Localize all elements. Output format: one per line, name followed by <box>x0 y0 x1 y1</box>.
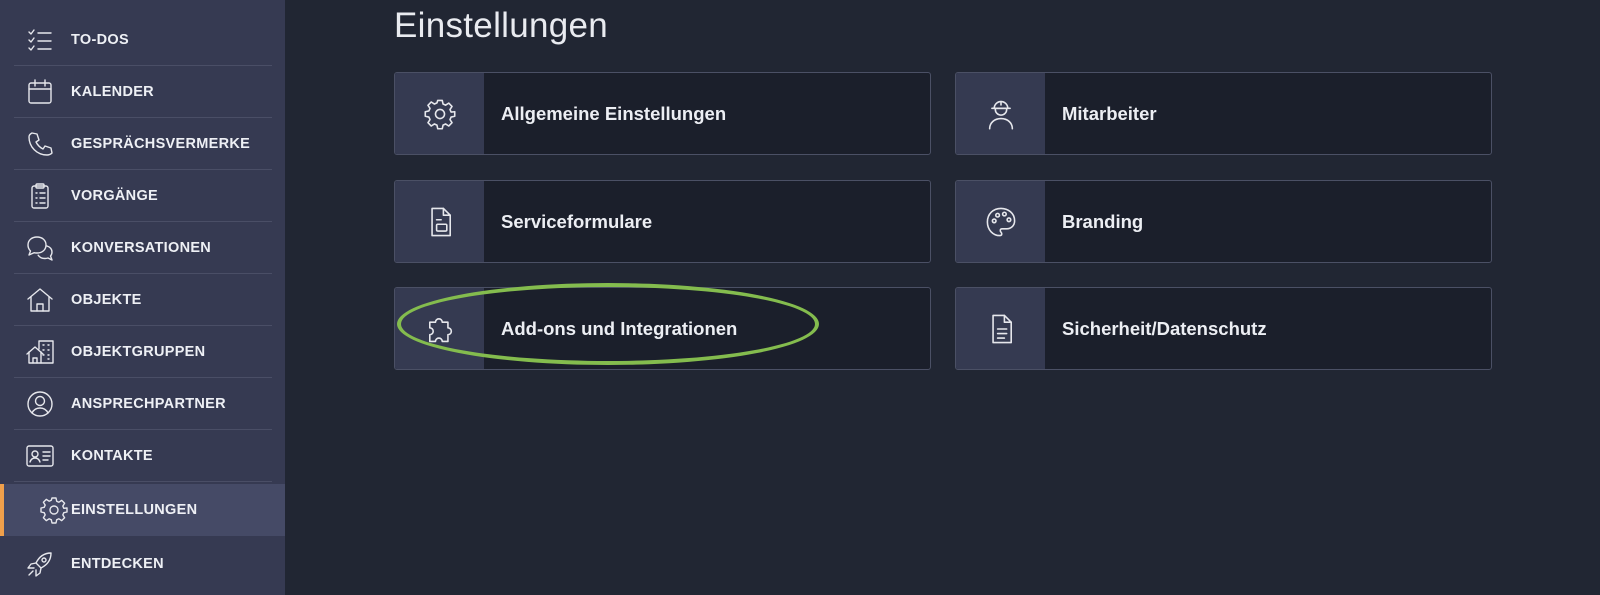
phone-icon <box>24 128 56 160</box>
gear-icon <box>395 73 484 154</box>
card-label: Sicherheit/Datenschutz <box>1062 317 1267 339</box>
card-label: Mitarbeiter <box>1062 102 1157 124</box>
settings-card-allgemeine-einstellungen[interactable]: Allgemeine Einstellungen <box>394 72 931 155</box>
sidebar-item-label: KONVERSATIONEN <box>71 239 212 256</box>
settings-card-sicherheit-datenschutz[interactable]: Sicherheit/Datenschutz <box>955 287 1492 370</box>
card-label: Add-ons und Integrationen <box>501 317 738 339</box>
sidebar-item-entdecken[interactable]: ENTDECKEN <box>14 538 272 590</box>
gear-icon <box>38 494 70 526</box>
document-lines-icon <box>956 288 1045 369</box>
sidebar-item-label: ENTDECKEN <box>71 556 164 572</box>
card-label: Serviceformulare <box>501 210 653 232</box>
chat-bubbles-icon <box>24 232 56 264</box>
card-label: Branding <box>1062 210 1144 232</box>
sidebar-item-label: VORGÄNGE <box>71 187 158 204</box>
clipboard-icon <box>24 180 56 212</box>
worker-icon <box>956 73 1045 154</box>
sidebar-item-label: GESPRÄCHSVERMERKE <box>71 135 251 152</box>
sidebar-item-label: TO-DOS <box>71 31 129 48</box>
settings-card-mitarbeiter[interactable]: Mitarbeiter <box>955 72 1492 155</box>
contact-card-icon <box>24 440 56 472</box>
palette-icon <box>956 181 1045 262</box>
settings-card-add-ons-und-integrationen[interactable]: Add-ons und Integrationen <box>394 287 931 370</box>
user-circle-icon <box>24 388 56 420</box>
sidebar-item-kalender[interactable]: KALENDER <box>14 66 272 118</box>
sidebar-item-einstellungen[interactable]: EINSTELLUNGEN <box>0 484 285 536</box>
page-title: Einstellungen <box>394 6 609 45</box>
sidebar-item-konversationen[interactable]: KONVERSATIONEN <box>14 222 272 274</box>
todo-list-icon <box>24 24 56 56</box>
sidebar-item-vorgaenge[interactable]: VORGÄNGE <box>14 170 272 222</box>
house-icon <box>24 284 56 316</box>
puzzle-icon <box>395 288 484 369</box>
calendar-icon <box>24 76 56 108</box>
sidebar-item-label: KONTAKTE <box>71 447 153 464</box>
sidebar: TO-DOS KALENDER GESPRÄCHSVERMERKE VORGÄN… <box>0 0 285 595</box>
card-label: Allgemeine Einstellungen <box>501 102 727 124</box>
sidebar-item-label: ANSPRECHPARTNER <box>71 395 226 412</box>
sidebar-item-kontakte[interactable]: KONTAKTE <box>14 430 272 482</box>
rocket-icon <box>24 548 56 580</box>
sidebar-item-gespraechsvermerke[interactable]: GESPRÄCHSVERMERKE <box>14 118 272 170</box>
sidebar-item-label: EINSTELLUNGEN <box>71 502 198 518</box>
sidebar-item-todos[interactable]: TO-DOS <box>14 14 272 66</box>
sidebar-item-label: OBJEKTE <box>71 291 142 308</box>
settings-card-serviceformulare[interactable]: Serviceformulare <box>394 180 931 263</box>
settings-card-branding[interactable]: Branding <box>955 180 1492 263</box>
sidebar-item-objekte[interactable]: OBJEKTE <box>14 274 272 326</box>
form-document-icon <box>395 181 484 262</box>
sidebar-item-label: KALENDER <box>71 83 154 100</box>
building-group-icon <box>24 336 56 368</box>
sidebar-item-objektgruppen[interactable]: OBJEKTGRUPPEN <box>14 326 272 378</box>
sidebar-item-label: OBJEKTGRUPPEN <box>71 343 206 360</box>
sidebar-item-ansprechpartner[interactable]: ANSPRECHPARTNER <box>14 378 272 430</box>
